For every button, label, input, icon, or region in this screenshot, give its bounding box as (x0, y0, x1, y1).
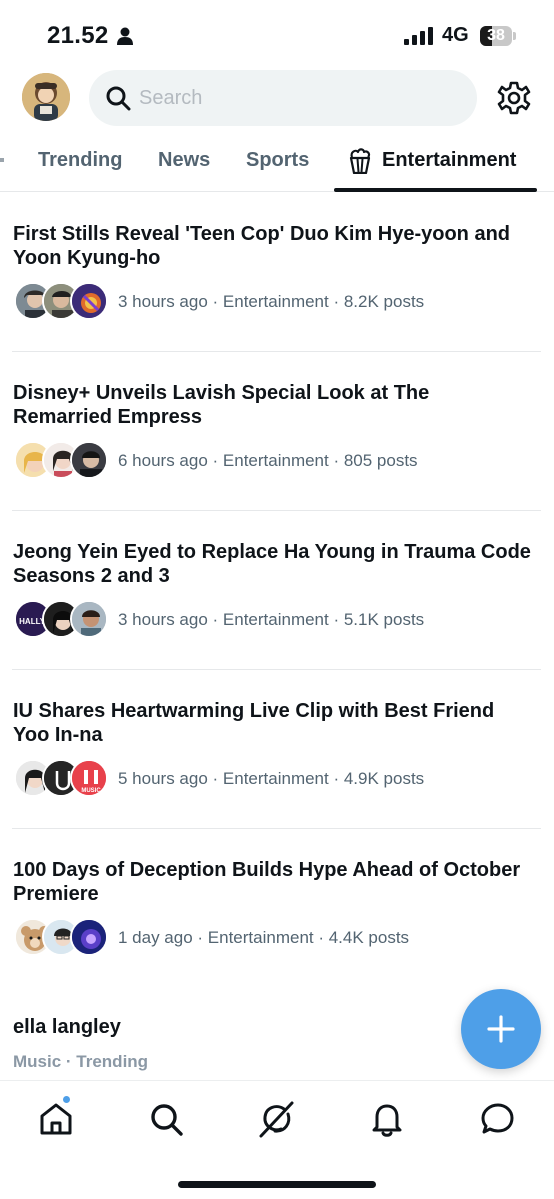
bottom-nav (0, 1080, 554, 1199)
status-bar: 21.52 4G 38 (0, 0, 554, 70)
person-icon (117, 27, 133, 45)
trend-title: 100 Days of Deception Builds Hype Ahead … (13, 859, 521, 905)
bell-icon[interactable] (367, 1099, 407, 1139)
tab-sports[interactable]: Sports (246, 128, 309, 192)
trend-meta: 3 hours ago · Entertainment · 8.2K posts (118, 292, 425, 311)
network-type: 4G (442, 24, 469, 46)
battery-level: 38 (487, 27, 505, 44)
divider (12, 828, 541, 829)
trend-title: IU Shares Heartwarming Live Clip with Be… (13, 700, 495, 746)
trend-meta: 6 hours ago · Entertainment · 805 posts (118, 451, 418, 470)
trend-card[interactable]: 100 Days of Deception Builds Hype Ahead … (0, 858, 554, 978)
divider (12, 510, 541, 511)
home-icon[interactable] (36, 1099, 76, 1139)
compose-post-button[interactable] (461, 989, 541, 1069)
gear-icon[interactable] (497, 81, 531, 115)
messages-icon[interactable] (478, 1099, 518, 1139)
trend-meta: 5 hours ago · Entertainment · 4.9K posts (118, 769, 425, 788)
trend-meta: 1 day ago · Entertainment · 4.4K posts (118, 928, 410, 947)
search-icon[interactable] (146, 1099, 186, 1139)
search-input[interactable]: Search (89, 70, 477, 126)
signal-icon (404, 27, 433, 45)
profile-avatar[interactable] (22, 73, 70, 121)
trend-card[interactable]: Disney+ Unveils Lavish Special Look at T… (0, 381, 554, 511)
trend-card[interactable]: First Stills Reveal 'Teen Cop' Duo Kim H… (0, 222, 554, 352)
avatar-stack (14, 282, 110, 322)
avatar-stack: HALLYU (14, 600, 110, 640)
trend-card[interactable]: Jeong Yein Eyed to Replace Ha Young in T… (0, 540, 554, 670)
avatar (70, 282, 108, 320)
trend-card[interactable]: IU Shares Heartwarming Live Clip with Be… (0, 699, 554, 829)
tab-news[interactable]: News (158, 128, 210, 192)
home-indicator (178, 1181, 376, 1188)
plus-icon (487, 1015, 515, 1043)
divider (12, 669, 541, 670)
active-tab-indicator (334, 188, 537, 192)
music-logo-text: MUSIC (81, 788, 101, 794)
trend-category: Music · Trending (13, 1052, 149, 1071)
trend-name[interactable]: ella langley (13, 1016, 121, 1039)
tab-entertainment[interactable]: Entertainment (382, 128, 516, 192)
trend-title: Jeong Yein Eyed to Replace Ha Young in T… (13, 541, 531, 587)
avatar: MUSIC (70, 759, 108, 797)
avatar-stack (14, 441, 110, 481)
search-placeholder: Search (139, 87, 203, 109)
divider (12, 351, 541, 352)
grok-icon[interactable] (257, 1099, 297, 1139)
status-time: 21.52 (47, 22, 109, 49)
avatar-stack (14, 918, 110, 958)
tab-trending[interactable]: Trending (38, 128, 122, 192)
trend-title: First Stills Reveal 'Teen Cop' Duo Kim H… (13, 223, 511, 269)
battery-icon: 38 (480, 26, 516, 46)
explore-tabs: Trending News Sports Entertainment (0, 128, 554, 192)
avatar (70, 918, 108, 956)
avatar-stack: MUSIC (14, 759, 110, 799)
search-icon (106, 86, 131, 111)
avatar (70, 600, 108, 638)
avatar (70, 441, 108, 479)
trend-meta: 3 hours ago · Entertainment · 5.1K posts (118, 610, 425, 629)
popcorn-icon (349, 148, 371, 174)
trend-title: Disney+ Unveils Lavish Special Look at T… (13, 382, 430, 428)
notification-dot (62, 1095, 71, 1104)
